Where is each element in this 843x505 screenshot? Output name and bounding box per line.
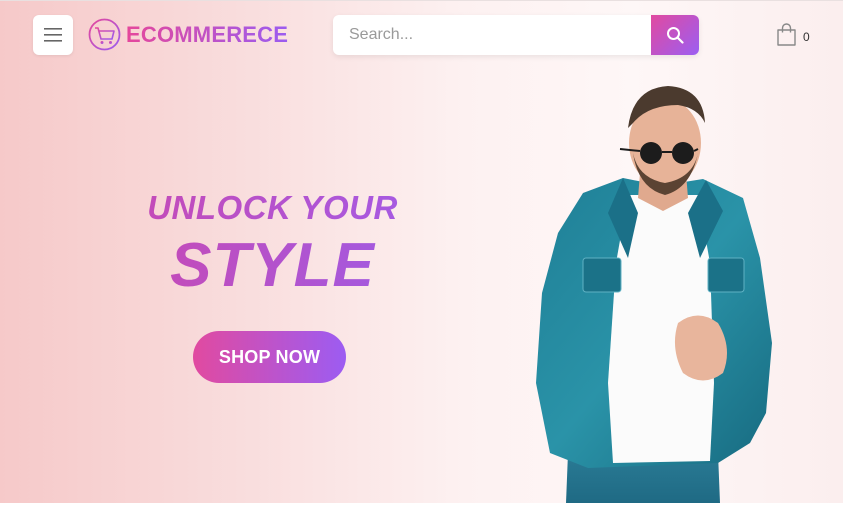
shopping-bag-icon [777,23,796,46]
shopping-cart-icon [88,18,121,51]
logo[interactable]: ECOMMERECE [88,18,288,51]
hero-model-image [536,86,772,503]
search-bar [333,15,699,55]
menu-button[interactable] [33,15,73,55]
hamburger-icon [44,28,62,42]
hero-headline-line1: UNLOCK YOUR [140,189,405,227]
cart-count: 0 [803,29,810,44]
shop-now-button[interactable]: SHOP NOW [193,331,346,383]
search-input[interactable] [333,15,651,55]
search-icon [667,27,684,44]
hero-banner: ECOMMERECE 0 UNLOCK YOUR STYLE SHOP NOW [0,0,843,503]
hero-headline-line2: STYLE [140,231,405,301]
hero-headline: UNLOCK YOUR STYLE [140,189,405,301]
cart-button[interactable]: 0 [776,23,810,46]
search-button[interactable] [651,15,699,55]
logo-text: ECOMMERECE [126,21,289,47]
